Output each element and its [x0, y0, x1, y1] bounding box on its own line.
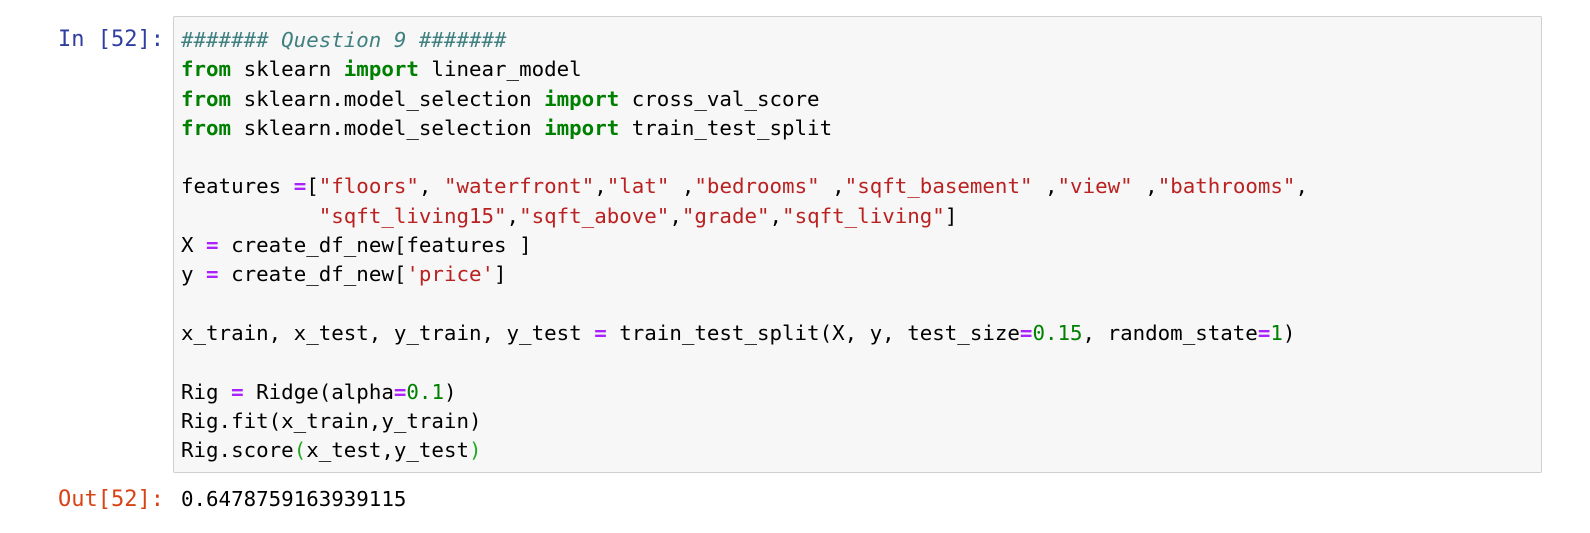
code-line: Rig = Ridge(alpha=0.1) [181, 378, 1308, 407]
code-token-number: 0.15 [1032, 320, 1083, 345]
code-line: from sklearn.model_selection import trai… [181, 114, 1308, 143]
code-line: from sklearn.model_selection import cros… [181, 85, 1308, 114]
code-token: , [669, 174, 695, 199]
code-token-op: = [293, 174, 307, 199]
code-token-string: "waterfront" [443, 174, 595, 199]
code-token-op: = [393, 379, 407, 404]
code-token-string: 'price' [406, 262, 495, 287]
code-content[interactable]: ####### Question 9 ####### from sklearn i… [181, 26, 1308, 465]
code-token: ) [1282, 320, 1296, 345]
code-token: , [506, 203, 520, 228]
code-token: , [819, 174, 845, 199]
output-value: 0.6478759163939115 [181, 487, 407, 511]
notebook-code-cell: In [52]: ####### Question 9 ####### from … [0, 0, 1590, 533]
code-token: , random_state [1082, 320, 1258, 345]
code-token: Ridge(alpha [243, 379, 394, 404]
code-token-op: = [206, 233, 219, 258]
code-token: Rig.fit(x_train,y_train) [181, 408, 482, 433]
code-token: , [594, 174, 607, 199]
code-token-op: = [594, 320, 607, 345]
code-token: , [769, 203, 783, 228]
code-token-number: 1 [1270, 320, 1283, 345]
code-token-op: = [1019, 320, 1033, 345]
code-editor[interactable]: ####### Question 9 ####### from sklearn i… [173, 16, 1542, 473]
code-token: ] [944, 203, 958, 228]
code-token: , [1032, 174, 1058, 199]
code-token: x_test,y_test [306, 438, 469, 463]
code-line: X = create_df_new[features ] [181, 231, 1308, 260]
code-token: ) [443, 379, 457, 404]
code-token-paren: ) [469, 438, 482, 463]
code-token-string: "sqft_basement" [844, 174, 1033, 199]
code-token-keyword: import [343, 57, 419, 82]
code-token-keyword: from [181, 86, 232, 111]
code-token-keyword: from [181, 57, 232, 82]
code-token: create_df_new[features ] [218, 233, 532, 258]
input-prompt: In [52]: [58, 27, 164, 52]
code-token: sklearn.model_selection [231, 86, 545, 111]
code-line: features =["floors", "waterfront","lat" … [181, 172, 1308, 201]
code-token: cross_val_score [619, 86, 820, 111]
code-token-op: = [206, 262, 219, 287]
code-token-string: "view" [1057, 174, 1133, 199]
code-token-number: 0.1 [406, 379, 444, 404]
code-token-string: "bedrooms" [694, 174, 820, 199]
code-token-string: "floors" [318, 174, 419, 199]
code-token-paren: ( [293, 438, 307, 463]
code-token: features [181, 174, 294, 199]
code-line: "sqft_living15","sqft_above","grade","sq… [181, 202, 1308, 231]
code-line: Rig.fit(x_train,y_train) [181, 407, 1308, 436]
code-token-string: "bathrooms" [1157, 174, 1296, 199]
code-token: x_train, x_test, y_train, y_test [181, 320, 595, 345]
code-token: sklearn.model_selection [231, 115, 545, 140]
code-token-string: "sqft_above" [519, 203, 670, 228]
code-token-keyword: from [181, 115, 232, 140]
code-token-string: "grade" [681, 203, 770, 228]
code-token-op: = [231, 379, 244, 404]
code-line: Rig.score(x_test,y_test) [181, 436, 1308, 465]
code-token-string: "lat" [606, 174, 670, 199]
code-token: , [669, 203, 682, 228]
code-line: y = create_df_new['price'] [181, 260, 1308, 289]
code-token-op: = [1257, 320, 1271, 345]
code-token: , [1295, 174, 1308, 199]
code-token: , [418, 174, 444, 199]
code-token-comment: ####### Question 9 ####### [181, 28, 507, 52]
code-line: from sklearn import linear_model [181, 55, 1308, 84]
code-token: sklearn [231, 57, 344, 82]
code-token: linear_model [418, 57, 582, 82]
code-token: , [1132, 174, 1158, 199]
code-line: ####### Question 9 ####### [181, 26, 1308, 55]
code-token-keyword: import [544, 86, 620, 111]
code-token: Rig [181, 379, 232, 404]
code-line: x_train, x_test, y_train, y_test = train… [181, 319, 1308, 348]
code-token: y [181, 262, 207, 287]
code-token: X [181, 233, 207, 258]
code-token: ] [494, 262, 507, 287]
output-prompt: Out[52]: [58, 487, 164, 512]
code-token: [ [306, 174, 319, 199]
code-token: Rig.score [181, 438, 294, 463]
code-token: create_df_new[ [218, 262, 407, 287]
code-token-keyword: import [544, 115, 620, 140]
code-token: train_test_split [619, 115, 833, 140]
code-token-string: "sqft_living15" [318, 203, 507, 228]
code-token-string: "sqft_living" [782, 203, 945, 228]
code-token: train_test_split(X, y, test_size [606, 320, 1020, 345]
